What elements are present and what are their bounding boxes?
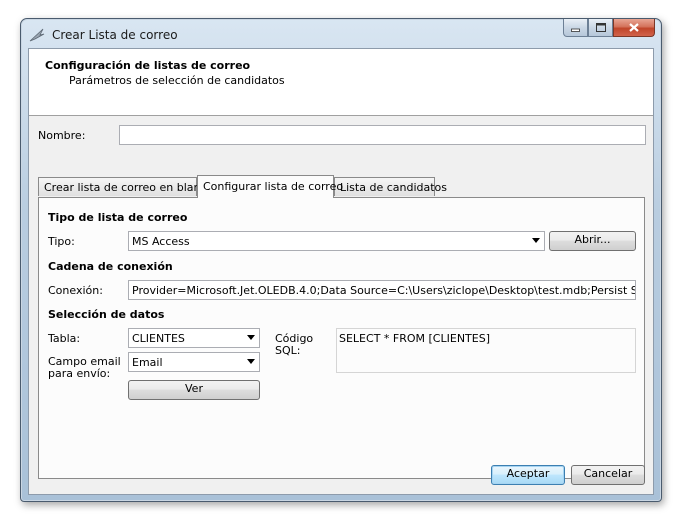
header-panel: Configuración de listas de correo Paráme… bbox=[29, 49, 653, 116]
aceptar-button[interactable]: Aceptar bbox=[491, 465, 565, 485]
cancelar-button[interactable]: Cancelar bbox=[571, 465, 645, 485]
close-button[interactable] bbox=[613, 19, 655, 37]
close-icon bbox=[629, 23, 639, 32]
feather-icon bbox=[29, 28, 45, 42]
sql-label-line2: SQL: bbox=[275, 344, 301, 357]
campo-email-select-value: Email bbox=[132, 356, 163, 369]
conexion-label: Conexión: bbox=[48, 284, 103, 297]
abrir-button[interactable]: Abrir... bbox=[549, 231, 636, 251]
title-bar[interactable]: Crear Lista de correo bbox=[21, 19, 661, 49]
dialog-window: Crear Lista de correo Configuración de l… bbox=[20, 18, 662, 502]
caption-buttons bbox=[563, 19, 655, 39]
campo-email-label-line2: para envío: bbox=[48, 367, 111, 380]
ver-button[interactable]: Ver bbox=[128, 380, 260, 400]
conexion-input[interactable]: Provider=Microsoft.Jet.OLEDB.4.0;Data So… bbox=[128, 280, 636, 300]
datos-heading: Selección de datos bbox=[48, 308, 165, 321]
header-subtitle: Parámetros de selección de candidatos bbox=[69, 74, 285, 87]
tab-lista-candidatos[interactable]: Lista de candidatos bbox=[334, 177, 447, 196]
dialog-content: Configuración de listas de correo Paráme… bbox=[28, 48, 654, 495]
tab-configurar-lista[interactable]: Configurar lista de correo bbox=[197, 175, 343, 198]
tabla-select-value: CLIENTES bbox=[132, 332, 185, 345]
maximize-button[interactable] bbox=[588, 19, 613, 37]
tipo-heading: Tipo de lista de correo bbox=[48, 211, 188, 224]
window-title: Crear Lista de correo bbox=[52, 28, 178, 42]
header-title: Configuración de listas de correo bbox=[45, 59, 251, 72]
tipo-select[interactable]: MS Access bbox=[128, 231, 545, 251]
tipo-select-value: MS Access bbox=[132, 235, 190, 248]
nombre-label: Nombre: bbox=[38, 129, 86, 142]
tab-panel: Tipo de lista de correo Tipo: MS Access … bbox=[38, 197, 645, 479]
chevron-down-icon bbox=[247, 359, 255, 364]
maximize-icon bbox=[595, 23, 606, 32]
minimize-icon bbox=[571, 28, 580, 32]
nombre-input[interactable] bbox=[119, 125, 646, 145]
tabla-select[interactable]: CLIENTES bbox=[128, 328, 260, 348]
tipo-label: Tipo: bbox=[48, 235, 75, 248]
tabla-label: Tabla: bbox=[48, 332, 81, 345]
sql-textarea[interactable]: SELECT * FROM [CLIENTES] bbox=[336, 328, 636, 373]
tab-crear-lista[interactable]: Crear lista de correo en blanco bbox=[38, 177, 213, 196]
campo-email-select[interactable]: Email bbox=[128, 352, 260, 372]
chevron-down-icon bbox=[532, 238, 540, 243]
chevron-down-icon bbox=[247, 335, 255, 340]
conexion-heading: Cadena de conexión bbox=[48, 260, 173, 273]
minimize-button[interactable] bbox=[563, 19, 588, 37]
